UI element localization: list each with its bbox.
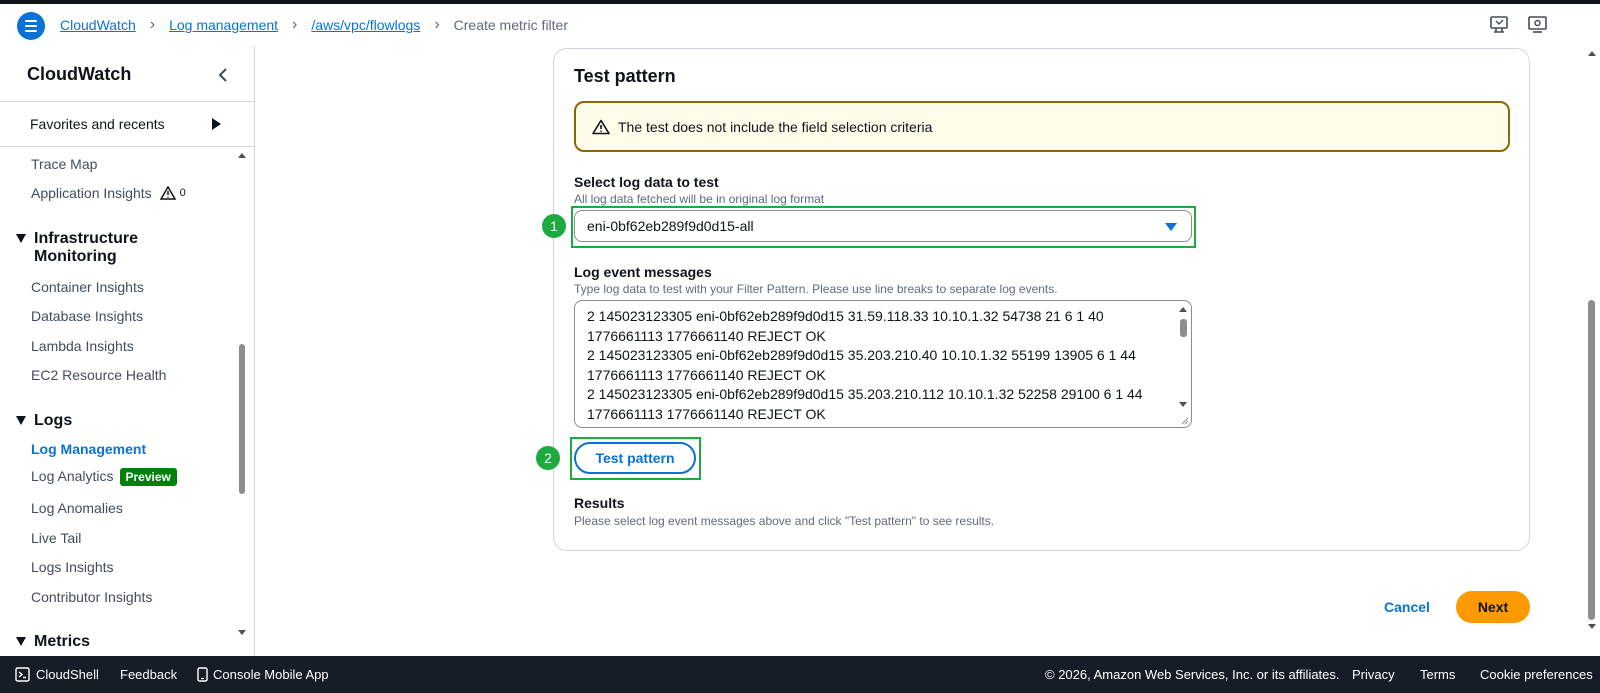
privacy-link[interactable]: Privacy [1352,667,1395,682]
mobile-app-icon [197,667,208,682]
breadcrumb-current: Create metric filter [453,17,568,33]
sidebar-item-log-anomalies[interactable]: Log Anomalies [31,500,123,516]
cancel-button[interactable]: Cancel [1382,591,1432,623]
sidebar-item-ec2-resource-health[interactable]: EC2 Resource Health [31,367,166,383]
console-mobile-app-link[interactable]: Console Mobile App [197,667,329,682]
divider [0,101,254,102]
tutorial-panel-icon[interactable] [1528,16,1548,34]
preview-badge: Preview [119,468,177,487]
breadcrumb-cloudwatch[interactable]: CloudWatch [60,17,136,33]
collapse-sidebar-icon[interactable] [216,66,230,84]
section-title: Infrastructure Monitoring [34,230,138,266]
sidebar-item-label: Log Analytics [31,468,114,484]
log-event-messages-textarea[interactable]: 2 145023123305 eni-0bf62eb289f9d0d15 31.… [574,300,1192,428]
log-line: 2 145023123305 eni-0bf62eb289f9d0d15 31.… [587,308,1104,324]
menu-icon-bar [25,25,37,27]
divider [0,146,254,147]
next-button[interactable]: Next [1456,591,1530,623]
results-title: Results [574,495,625,511]
breadcrumb-log-management[interactable]: Log management [169,17,278,33]
sidebar-item-lambda-insights[interactable]: Lambda Insights [31,338,134,354]
footer: CloudShell Feedback Console Mobile App ©… [0,656,1600,693]
sidebar-section-metrics[interactable]: Metrics [16,633,90,653]
caret-down-icon [16,416,26,425]
sidebar-item-live-tail[interactable]: Live Tail [31,530,81,546]
log-line: 1776661113 1776661140 REJECT OK [587,366,826,383]
cloudshell-button[interactable]: CloudShell [15,667,99,682]
results-description: Please select log event messages above a… [574,514,995,528]
sidebar-item-database-insights[interactable]: Database Insights [31,308,143,324]
main-content: Test pattern The test does not include t… [256,46,1556,643]
resize-handle-icon[interactable] [1179,415,1189,425]
top-navigation: CloudWatch › Log management › /aws/vpc/f… [0,4,1600,46]
sidebar-item-log-analytics[interactable]: Log Analytics Preview [31,468,177,487]
caret-right-icon[interactable] [212,118,221,130]
caret-down-icon [1165,223,1177,231]
caret-down-icon [16,637,26,646]
terms-link[interactable]: Terms [1420,667,1455,682]
sidebar-item-application-insights[interactable]: Application Insights 0 [31,185,186,201]
chevron-right-icon: › [292,16,298,33]
log-line: 2 145023123305 eni-0bf62eb289f9d0d15 35.… [587,386,1143,403]
log-line: 2 145023123305 eni-0bf62eb289f9d0d15 35.… [587,347,1136,364]
feedback-link[interactable]: Feedback [120,667,177,682]
section-title-line: Monitoring [34,248,117,265]
caret-down-icon [16,234,26,243]
sidebar-item-log-management[interactable]: Log Management [31,441,146,457]
breadcrumb-log-group[interactable]: /aws/vpc/flowlogs [311,17,420,33]
log-line: 1776661113 1776661140 REJECT OK [587,405,826,422]
section-title: Logs [34,412,73,429]
side-navigation: CloudWatch Favorites and recents Trace M… [0,46,255,656]
chevron-right-icon: › [434,16,440,33]
favorites-and-recents[interactable]: Favorites and recents [30,116,165,132]
chevron-right-icon: › [149,16,156,33]
screen-feedback-icon[interactable] [1490,16,1510,34]
sidebar-item-label: Application Insights [31,185,152,201]
log-line: 1776661113 1776661140 REJECT OK [587,327,826,344]
sidebar-section-logs[interactable]: Logs [16,412,72,430]
menu-toggle-button[interactable] [17,12,45,40]
select-log-data-description: All log data fetched will be in original… [574,192,825,206]
log-stream-select[interactable]: eni-0bf62eb289f9d0d15-all [574,210,1192,242]
breadcrumb: CloudWatch › Log management › /aws/vpc/f… [60,4,568,46]
menu-icon-bar [25,30,37,32]
test-pattern-button[interactable]: Test pattern [574,442,696,474]
cookie-preferences-link[interactable]: Cookie preferences [1480,667,1593,682]
mobile-app-label: Console Mobile App [213,667,329,682]
warning-count: 0 [179,187,186,199]
menu-icon-bar [25,20,37,22]
cloudshell-label: CloudShell [36,667,99,682]
section-title: Metrics [34,633,91,650]
sidebar-title[interactable]: CloudWatch [27,64,131,85]
warning-icon [592,119,610,134]
section-title-line: Infrastructure [34,230,139,247]
sidebar-item-contributor-insights[interactable]: Contributor Insights [31,589,152,605]
warning-alert: The test does not include the field sele… [574,101,1510,152]
step-marker-1: 1 [542,214,566,238]
terminal-icon [15,667,30,682]
page-scroll-thumb[interactable] [1588,300,1595,620]
step-marker-2: 2 [536,446,560,470]
sidebar-section-infrastructure-monitoring[interactable]: Infrastructure Monitoring [16,230,138,266]
selected-log-stream: eni-0bf62eb289f9d0d15-all [587,218,754,234]
sidebar-item-container-insights[interactable]: Container Insights [31,279,144,295]
test-pattern-panel: Test pattern The test does not include t… [536,48,1530,551]
select-log-data-label: Select log data to test [574,174,719,190]
copyright-text: © 2026, Amazon Web Services, Inc. or its… [1045,667,1340,682]
sidebar-item-trace-map[interactable]: Trace Map [31,156,97,172]
sidebar-item-logs-insights[interactable]: Logs Insights [31,559,114,575]
warning-icon [159,186,176,200]
alert-text: The test does not include the field sele… [618,118,933,135]
log-event-messages-label: Log event messages [574,264,712,280]
sidebar-scroll-thumb[interactable] [239,344,245,494]
textarea-scroll-thumb[interactable] [1180,319,1187,337]
panel-title: Test pattern [574,66,676,86]
log-event-messages-description: Type log data to test with your Filter P… [574,282,1058,296]
